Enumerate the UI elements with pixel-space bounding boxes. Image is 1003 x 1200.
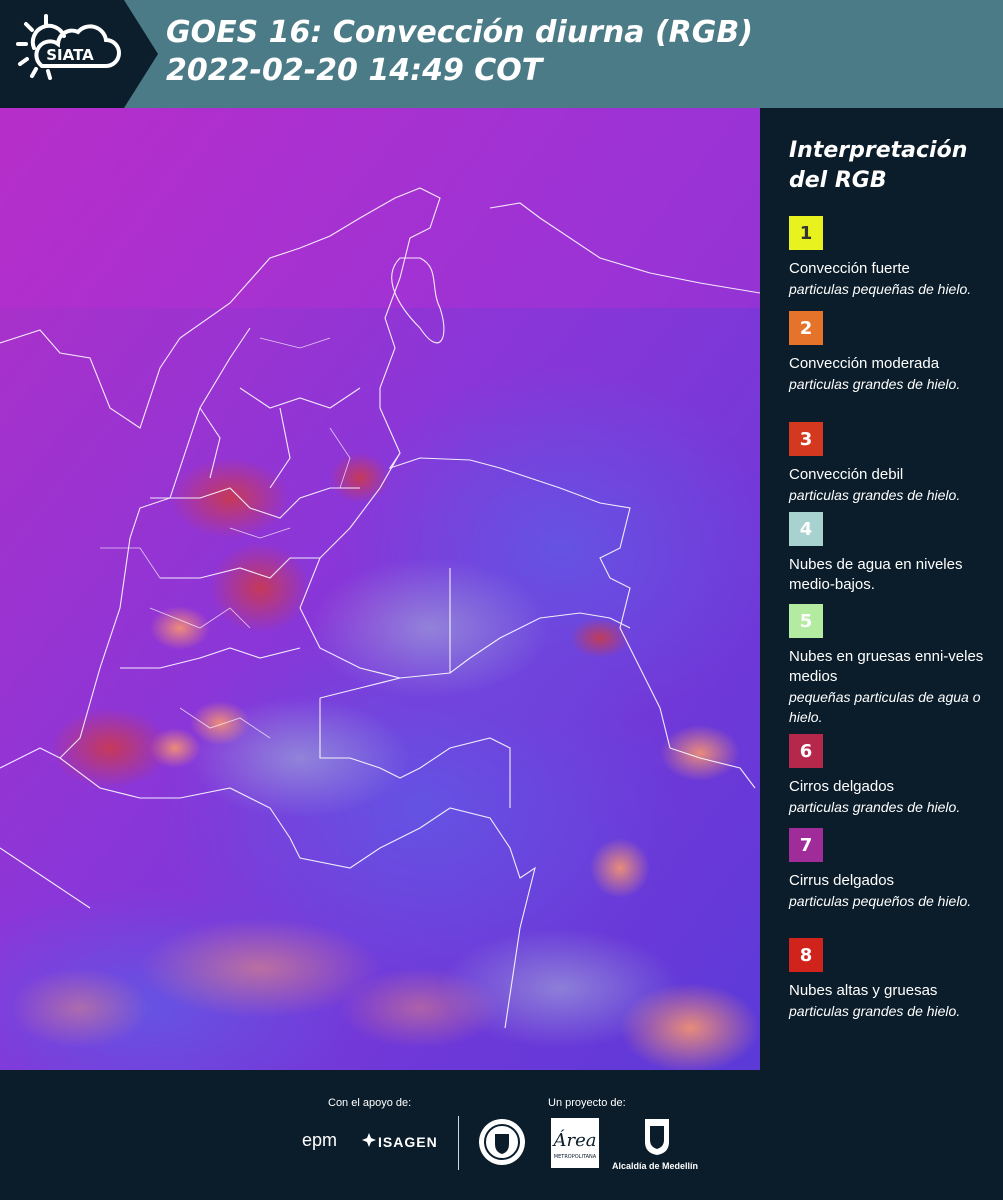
legend-label: Cirrus delgados (789, 872, 895, 889)
legend-title: Interpretación del RGB (789, 138, 968, 193)
legend-number: 3 (799, 428, 813, 450)
legend-panel: Interpretación del RGB 1 Convección fuer… (760, 108, 1003, 1070)
legend-swatch: 4 (789, 512, 823, 546)
legend-desc: particulas pequeños de hielo. (789, 893, 972, 909)
legend-label: Cirros delgados (789, 778, 895, 795)
legend-label: Nubes en gruesas enni-veles medios (789, 648, 984, 685)
footer: Con el apoyo de: Un proyecto de: epm ISA… (0, 1070, 1003, 1200)
legend-item: 4 Nubes de agua en niveles medio-bajos. (789, 512, 999, 595)
legend-number: 1 (799, 222, 813, 244)
legend-swatch: 3 (789, 422, 823, 456)
legend-swatch: 1 (789, 216, 823, 250)
legend-number: 4 (799, 518, 813, 540)
legend-label: Convección fuerte (789, 260, 910, 277)
convection-rgb-image (0, 108, 760, 1070)
support-caption: Con el apoyo de: (328, 1097, 412, 1109)
legend-label: Nubes de agua en niveles medio-bajos. (789, 556, 963, 593)
svg-text:Área: Área (552, 1128, 597, 1151)
legend-number: 7 (799, 834, 813, 856)
project-caption: Un proyecto de: (548, 1097, 626, 1109)
legend-desc: particulas grandes de hielo. (789, 487, 961, 503)
legend-desc: pequeñas particulas de agua o hielo. (789, 689, 981, 725)
legend-label: Convección debil (789, 466, 904, 483)
legend-swatch: 8 (789, 938, 823, 972)
page-title: GOES 16: Convección diurna (RGB) 2022-02… (166, 15, 753, 88)
header-bar: SIATA GOES 16: Convección diurna (RGB) 2… (0, 0, 1003, 108)
legend-item: 2 Convección moderada particulas grandes… (789, 311, 999, 394)
svg-text:SIATA: SIATA (46, 46, 94, 64)
legend-swatch: 5 (789, 604, 823, 638)
siata-logo: SIATA (0, 0, 158, 108)
legend-number: 8 (799, 944, 813, 966)
alcaldia-logo: Alcaldía de Medellín (612, 1161, 699, 1171)
legend-desc: particulas grandes de hielo. (789, 1003, 961, 1019)
legend-item: 8 Nubes altas y gruesas particulas grand… (789, 938, 999, 1021)
legend-item: 1 Convección fuerte particulas pequeñas … (789, 216, 999, 299)
svg-text:METROPOLITANA: METROPOLITANA (554, 1154, 597, 1160)
legend-item: 3 Convección debil particulas grandes de… (789, 422, 999, 505)
legend-swatch: 6 (789, 734, 823, 768)
satellite-map (0, 108, 760, 1070)
legend-number: 2 (799, 317, 813, 339)
area-metropolitana-logo: Área METROPOLITANA (551, 1118, 599, 1168)
isagen-icon (362, 1133, 376, 1147)
legend-swatch: 7 (789, 828, 823, 862)
legend-desc: particulas grandes de hielo. (789, 376, 961, 392)
legend-number: 6 (799, 740, 813, 762)
alcaldia-shield-icon (645, 1119, 669, 1155)
legend-swatch: 2 (789, 311, 823, 345)
legend-label: Nubes altas y gruesas (789, 982, 938, 999)
legend-item: 5 Nubes en gruesas enni-veles medios peq… (789, 604, 999, 727)
legend-item: 6 Cirros delgados particulas grandes de … (789, 734, 999, 817)
legend-item: 7 Cirrus delgados particulas pequeños de… (789, 828, 999, 911)
sun-cloud-icon: SIATA (16, 14, 121, 80)
legend-label: Convección moderada (789, 355, 940, 372)
isagen-logo: ISAGEN (378, 1134, 438, 1150)
legend-desc: particulas grandes de hielo. (789, 799, 961, 815)
legend-desc: particulas pequeñas de hielo. (789, 281, 972, 297)
legend-number: 5 (799, 610, 813, 632)
divider (458, 1116, 459, 1170)
medellin-seal-icon (479, 1119, 525, 1165)
epm-logo: epm (302, 1130, 338, 1150)
